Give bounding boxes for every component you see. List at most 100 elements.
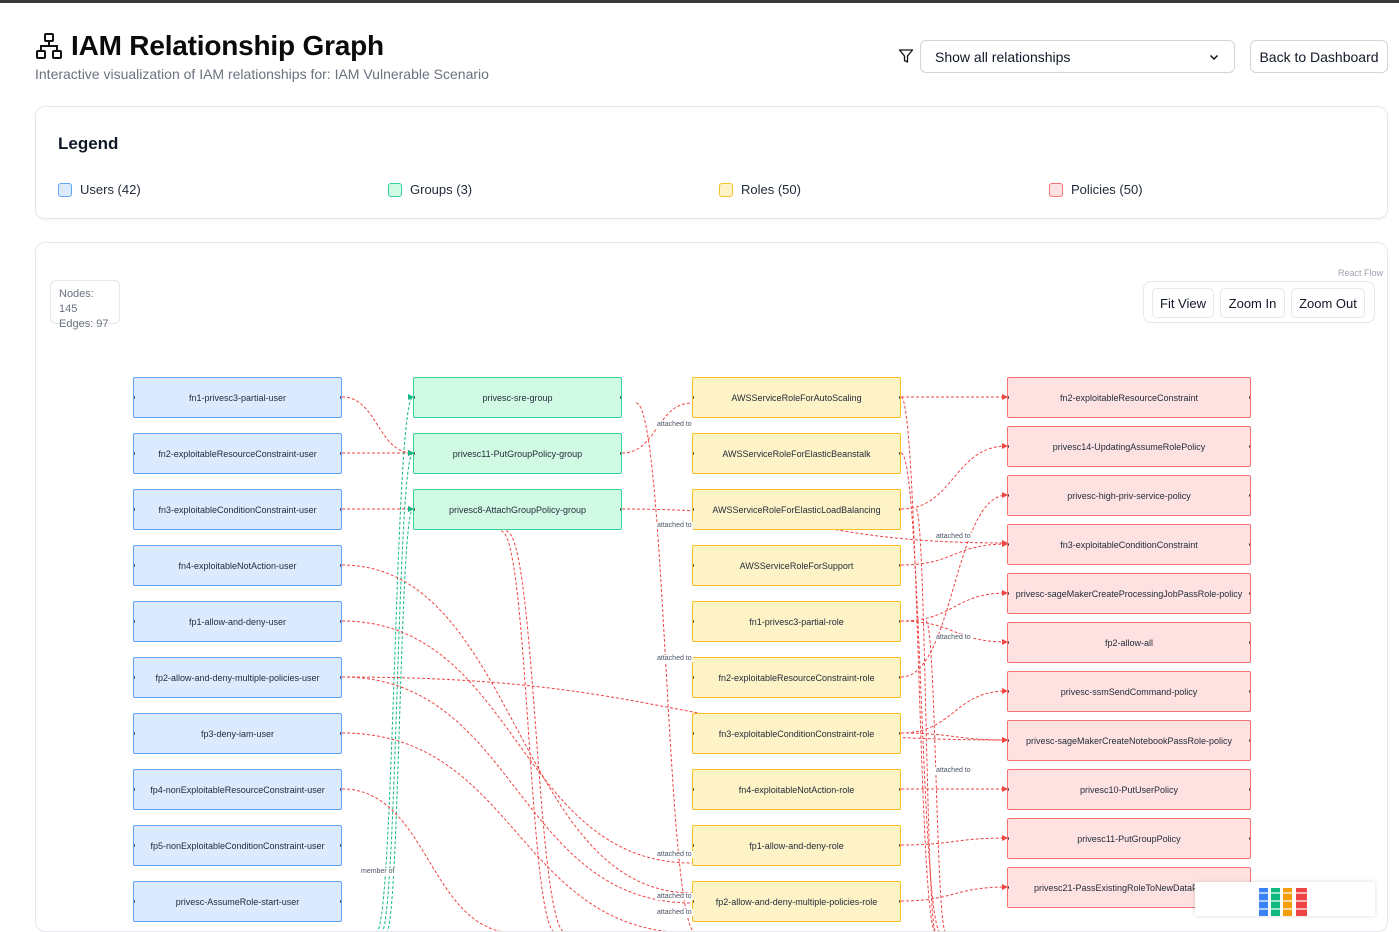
node-handle-right[interactable] [899, 900, 900, 903]
node-handle-left[interactable] [693, 620, 694, 623]
user-node[interactable]: fn1-privesc3-partial-user [133, 377, 342, 418]
node-handle-right[interactable] [1249, 494, 1250, 497]
role-node[interactable]: fn3-exploitableConditionConstraint-role [692, 713, 901, 754]
node-handle-right[interactable] [899, 676, 900, 679]
node-handle-right[interactable] [340, 676, 341, 679]
user-node[interactable]: fn4-exploitableNotAction-user [133, 545, 342, 586]
role-node[interactable]: AWSServiceRoleForElasticLoadBalancing [692, 489, 901, 530]
user-node[interactable]: fp2-allow-and-deny-multiple-policies-use… [133, 657, 342, 698]
node-handle-left[interactable] [693, 396, 694, 399]
node-handle-left[interactable] [1008, 690, 1009, 693]
policy-node[interactable]: fp2-allow-all [1007, 622, 1251, 663]
node-handle-right[interactable] [340, 788, 341, 791]
role-node[interactable]: fp1-allow-and-deny-role [692, 825, 901, 866]
fit-view-button[interactable]: Fit View [1152, 288, 1214, 318]
node-handle-right[interactable] [340, 396, 341, 399]
group-node[interactable]: privesc-sre-group [413, 377, 622, 418]
node-handle-right[interactable] [340, 844, 341, 847]
node-handle-right[interactable] [340, 508, 341, 511]
graph-canvas[interactable]: Nodes: 145 Edges: 97 React Flow Fit View… [35, 242, 1388, 932]
relationship-filter-select[interactable]: Show all relationships [920, 40, 1235, 73]
node-handle-left[interactable] [1008, 445, 1009, 448]
group-node[interactable]: privesc8-AttachGroupPolicy-group [413, 489, 622, 530]
back-to-dashboard-button[interactable]: Back to Dashboard [1250, 40, 1388, 73]
policy-node[interactable]: privesc14-UpdatingAssumeRolePolicy [1007, 426, 1251, 467]
node-handle-right[interactable] [1249, 788, 1250, 791]
node-handle-left[interactable] [693, 676, 694, 679]
node-handle-left[interactable] [1008, 494, 1009, 497]
node-handle-left[interactable] [1008, 837, 1009, 840]
user-node[interactable]: fp5-nonExploitableConditionConstraint-us… [133, 825, 342, 866]
node-handle-left[interactable] [1008, 886, 1009, 889]
node-handle-left[interactable] [693, 452, 694, 455]
node-handle-right[interactable] [899, 396, 900, 399]
node-handle-right[interactable] [620, 396, 621, 399]
node-handle-left[interactable] [1008, 739, 1009, 742]
node-handle-left[interactable] [693, 844, 694, 847]
user-node[interactable]: fn3-exploitableConditionConstraint-user [133, 489, 342, 530]
node-handle-left[interactable] [693, 900, 694, 903]
node-handle-left[interactable] [693, 564, 694, 567]
node-handle-left[interactable] [1008, 543, 1009, 546]
node-handle-left[interactable] [134, 900, 135, 903]
role-node[interactable]: fn1-privesc3-partial-role [692, 601, 901, 642]
react-flow-attribution[interactable]: React Flow [1338, 268, 1383, 278]
node-handle-right[interactable] [620, 508, 621, 511]
user-node[interactable]: fp3-deny-iam-user [133, 713, 342, 754]
node-handle-right[interactable] [1249, 592, 1250, 595]
role-node[interactable]: AWSServiceRoleForSupport [692, 545, 901, 586]
node-handle-left[interactable] [134, 676, 135, 679]
node-handle-right[interactable] [1249, 739, 1250, 742]
node-handle-right[interactable] [899, 508, 900, 511]
node-handle-left[interactable] [134, 508, 135, 511]
policy-node[interactable]: privesc11-PutGroupPolicy [1007, 818, 1251, 859]
node-handle-right[interactable] [340, 620, 341, 623]
node-handle-right[interactable] [899, 732, 900, 735]
node-handle-left[interactable] [134, 452, 135, 455]
node-handle-left[interactable] [693, 788, 694, 791]
zoom-out-button[interactable]: Zoom Out [1291, 288, 1365, 318]
role-node[interactable]: AWSServiceRoleForElasticBeanstalk [692, 433, 901, 474]
node-handle-right[interactable] [340, 732, 341, 735]
node-handle-left[interactable] [1008, 396, 1009, 399]
role-node[interactable]: fn4-exploitableNotAction-role [692, 769, 901, 810]
policy-node[interactable]: privesc-ssmSendCommand-policy [1007, 671, 1251, 712]
node-handle-right[interactable] [1249, 837, 1250, 840]
node-handle-right[interactable] [899, 452, 900, 455]
node-handle-right[interactable] [620, 452, 621, 455]
node-handle-right[interactable] [899, 844, 900, 847]
node-handle-left[interactable] [134, 732, 135, 735]
node-handle-right[interactable] [340, 452, 341, 455]
node-handle-left[interactable] [134, 620, 135, 623]
node-handle-left[interactable] [134, 844, 135, 847]
policy-node[interactable]: privesc10-PutUserPolicy [1007, 769, 1251, 810]
policy-node[interactable]: fn2-exploitableResourceConstraint [1007, 377, 1251, 418]
node-handle-right[interactable] [1249, 396, 1250, 399]
policy-node[interactable]: privesc-high-priv-service-policy [1007, 475, 1251, 516]
minimap[interactable] [1195, 882, 1375, 916]
zoom-in-button[interactable]: Zoom In [1220, 288, 1285, 318]
node-handle-right[interactable] [1249, 543, 1250, 546]
user-node[interactable]: fp1-allow-and-deny-user [133, 601, 342, 642]
node-handle-right[interactable] [340, 564, 341, 567]
node-handle-right[interactable] [899, 564, 900, 567]
node-handle-left[interactable] [693, 508, 694, 511]
policy-node[interactable]: privesc-sageMakerCreateProcessingJobPass… [1007, 573, 1251, 614]
node-handle-right[interactable] [899, 620, 900, 623]
user-node[interactable]: fp4-nonExploitableResourceConstraint-use… [133, 769, 342, 810]
node-handle-right[interactable] [899, 788, 900, 791]
policy-node[interactable]: privesc-sageMakerCreateNotebookPassRole-… [1007, 720, 1251, 761]
node-handle-right[interactable] [340, 900, 341, 903]
node-handle-right[interactable] [1249, 641, 1250, 644]
node-handle-left[interactable] [134, 564, 135, 567]
role-node[interactable]: AWSServiceRoleForAutoScaling [692, 377, 901, 418]
node-handle-left[interactable] [693, 732, 694, 735]
group-node[interactable]: privesc11-PutGroupPolicy-group [413, 433, 622, 474]
node-handle-right[interactable] [1249, 445, 1250, 448]
node-handle-left[interactable] [1008, 788, 1009, 791]
role-node[interactable]: fn2-exploitableResourceConstraint-role [692, 657, 901, 698]
node-handle-left[interactable] [414, 508, 415, 511]
node-handle-left[interactable] [134, 788, 135, 791]
node-handle-right[interactable] [1249, 690, 1250, 693]
node-handle-left[interactable] [414, 452, 415, 455]
